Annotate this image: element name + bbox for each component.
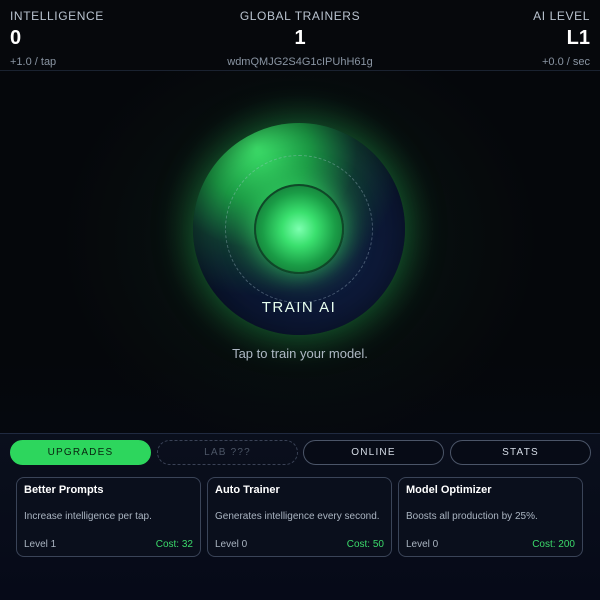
upgrade-level: Level 1 — [24, 539, 57, 550]
bottom-panel: UPGRADES LAB ??? ONLINE STATS Better Pro… — [0, 433, 600, 600]
upgrade-description: Boosts all production by 25%. — [406, 511, 538, 522]
tab-upgrades[interactable]: UPGRADES — [10, 440, 151, 465]
upgrade-cost: Cost: 50 — [346, 539, 384, 550]
app: INTELLIGENCE 0 +1.0 / tap GLOBAL TRAINER… — [0, 0, 600, 600]
train-ai-button[interactable]: TRAIN AI — [193, 123, 405, 335]
upgrade-title: Auto Trainer — [215, 484, 280, 496]
ai-level-stat: AI LEVEL L1 +0.0 / sec — [533, 9, 590, 68]
tab-online[interactable]: ONLINE — [303, 440, 444, 465]
train-hint: Tap to train your model. — [232, 346, 368, 361]
header: INTELLIGENCE 0 +1.0 / tap GLOBAL TRAINER… — [0, 0, 600, 71]
tab-bar: UPGRADES LAB ??? ONLINE STATS — [10, 440, 591, 465]
upgrade-cost: Cost: 200 — [532, 539, 575, 550]
tab-lab-locked[interactable]: LAB ??? — [157, 440, 298, 465]
trainers-stat: GLOBAL TRAINERS 1 wdmQMJG2S4G1cIPUhH61g — [0, 9, 600, 68]
upgrade-level: Level 0 — [215, 539, 248, 550]
upgrade-card-auto-trainer[interactable]: Auto Trainer Generates intelligence ever… — [207, 477, 392, 557]
upgrade-card-better-prompts[interactable]: Better Prompts Increase intelligence per… — [16, 477, 201, 557]
trainers-value: 1 — [294, 27, 306, 49]
train-ai-label: TRAIN AI — [261, 299, 337, 316]
upgrade-title: Model Optimizer — [406, 484, 492, 496]
ai-level-value: L1 — [566, 27, 590, 49]
upgrade-level: Level 0 — [406, 539, 439, 550]
upgrade-cost: Cost: 32 — [155, 539, 193, 550]
upgrade-card-model-optimizer[interactable]: Model Optimizer Boosts all production by… — [398, 477, 583, 557]
trainer-id: wdmQMJG2S4G1cIPUhH61g — [227, 56, 373, 68]
ai-level-rate: +0.0 / sec — [541, 56, 590, 68]
train-ai-core: TRAIN AI — [163, 93, 435, 365]
core-center-orb — [254, 184, 344, 274]
upgrade-cards: Better Prompts Increase intelligence per… — [16, 477, 584, 557]
trainers-label: GLOBAL TRAINERS — [239, 9, 361, 23]
ai-level-label: AI LEVEL — [533, 9, 590, 23]
upgrade-description: Generates intelligence every second. — [215, 511, 380, 522]
upgrade-title: Better Prompts — [24, 484, 104, 496]
upgrade-description: Increase intelligence per tap. — [24, 511, 152, 522]
tab-stats[interactable]: STATS — [450, 440, 591, 465]
